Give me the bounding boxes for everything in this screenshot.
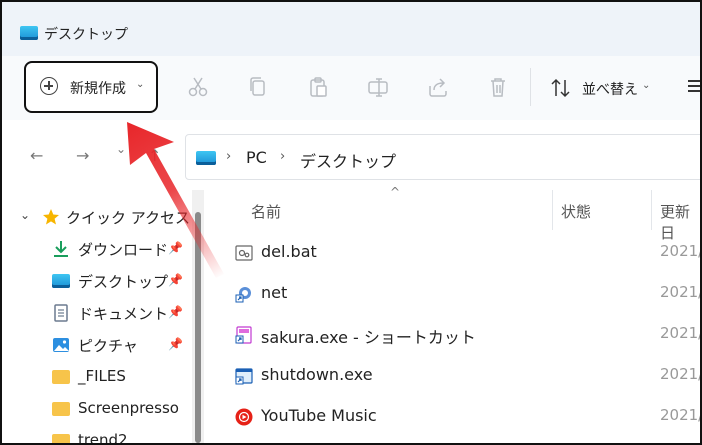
file-date: 2021/ — [660, 242, 702, 260]
file-row[interactable]: sakura.exe - ショートカット 2021/ — [207, 316, 702, 356]
chevron-down-icon[interactable]: ⌄ — [20, 208, 30, 222]
sort-icon[interactable] — [550, 77, 572, 99]
sidebar-item-downloads[interactable]: ダウンロード 📌 — [2, 234, 192, 264]
paste-icon[interactable] — [307, 76, 329, 98]
file-row[interactable]: shutdown.exe 2021/ — [207, 357, 702, 397]
shortcut-icon — [235, 326, 252, 344]
sidebar-item-label: ダウンロード — [78, 241, 169, 259]
window-title: デスクトップ — [44, 27, 128, 43]
copy-icon[interactable] — [247, 76, 269, 98]
folder-icon — [52, 402, 70, 416]
file-row[interactable]: net 2021/ — [207, 275, 702, 315]
column-headers: ^ 名前 状態 更新日 — [207, 185, 700, 242]
up-arrow-icon[interactable]: ↑ — [148, 146, 161, 165]
file-name: del.bat — [261, 242, 317, 261]
sidebar-item-label: trend2 — [78, 431, 128, 445]
command-bar: 新規作成 ⌄ 並べ替え ⌄ — [2, 56, 700, 121]
view-menu-icon[interactable] — [688, 80, 700, 92]
delete-icon[interactable] — [487, 76, 509, 98]
sidebar-item-label: _FILES — [78, 367, 126, 385]
sort-ascending-icon: ^ — [390, 185, 401, 199]
toolbar-divider — [530, 68, 531, 106]
file-date: 2021/ — [660, 406, 702, 424]
shortcut-icon — [235, 368, 253, 385]
batch-file-icon — [235, 245, 253, 261]
cut-icon[interactable] — [187, 76, 209, 98]
file-date: 2021/ — [660, 324, 702, 342]
breadcrumb-separator: › — [280, 149, 286, 164]
new-button[interactable]: 新規作成 ⌄ — [24, 61, 158, 113]
explorer-window: デスクトップ 新規作成 ⌄ 並べ替え ⌄ ← → ⌄ ↑ › PC › デスクト… — [0, 0, 702, 445]
file-name: net — [261, 283, 288, 302]
desktop-icon — [196, 151, 216, 165]
pin-icon[interactable]: 📌 — [168, 337, 183, 351]
folder-icon — [52, 370, 70, 384]
file-date: 2021/ — [660, 365, 702, 383]
sort-button-label[interactable]: 並べ替え — [582, 79, 638, 99]
chevron-down-icon: ⌄ — [642, 80, 651, 91]
file-name: shutdown.exe — [261, 365, 373, 384]
column-header-name[interactable]: 名前 — [251, 201, 281, 222]
sidebar-item-pictures[interactable]: ピクチャ 📌 — [2, 330, 192, 360]
folder-icon — [52, 434, 70, 443]
title-bar: デスクトップ — [2, 2, 700, 56]
desktop-icon — [20, 26, 38, 40]
sidebar-item-label: ピクチャ — [78, 337, 138, 355]
picture-icon — [53, 338, 69, 352]
sidebar-scrollbar-thumb[interactable] — [195, 212, 201, 443]
rename-icon[interactable] — [367, 76, 389, 98]
youtube-music-icon — [235, 408, 253, 426]
forward-arrow-icon[interactable]: → — [76, 146, 89, 165]
file-name: YouTube Music — [261, 406, 377, 425]
share-icon[interactable] — [427, 76, 449, 98]
file-row[interactable]: del.bat 2021/ — [207, 234, 702, 274]
plus-icon — [40, 77, 58, 95]
breadcrumb-pc[interactable]: PC — [246, 148, 267, 167]
column-divider[interactable] — [552, 190, 553, 230]
sidebar-item-desktop[interactable]: デスクトップ 📌 — [2, 266, 192, 296]
navigation-pane: ⌄ クイック アクセス ダウンロード 📌 デスクトップ 📌 ドキュメント 📌 ピ… — [2, 190, 207, 443]
sidebar-item-label: Screenpresso — [78, 399, 179, 417]
sidebar-item-trend2[interactable]: trend2 — [2, 426, 192, 445]
sidebar-item-documents[interactable]: ドキュメント 📌 — [2, 298, 192, 328]
navigation-bar: ← → ⌄ ↑ › PC › デスクトップ — [2, 120, 700, 190]
sidebar-item-label: デスクトップ — [78, 273, 169, 291]
pin-icon[interactable]: 📌 — [168, 273, 183, 287]
desktop-icon — [52, 274, 70, 288]
file-name: sakura.exe - ショートカット — [261, 328, 476, 347]
recent-locations-icon[interactable]: ⌄ — [116, 142, 126, 156]
sidebar-item-label: クイック アクセス — [66, 209, 191, 227]
file-list: ^ 名前 状態 更新日 del.bat 2021/ net 2021/ saku… — [207, 185, 702, 443]
sidebar-item-quick-access[interactable]: ⌄ クイック アクセス — [2, 202, 192, 232]
document-icon — [54, 304, 68, 322]
file-date: 2021/ — [660, 283, 702, 301]
new-button-label: 新規作成 — [70, 81, 126, 97]
sidebar-item-label: ドキュメント — [78, 305, 169, 323]
download-icon — [54, 241, 68, 257]
column-header-status[interactable]: 状態 — [561, 201, 591, 222]
pin-icon[interactable]: 📌 — [168, 241, 183, 255]
breadcrumb-desktop[interactable]: デスクトップ — [300, 148, 396, 172]
star-icon — [43, 209, 59, 225]
column-divider[interactable] — [651, 190, 652, 230]
pin-icon[interactable]: 📌 — [168, 305, 183, 319]
sidebar-item-files[interactable]: _FILES — [2, 362, 192, 392]
breadcrumb-separator: › — [226, 149, 232, 164]
back-arrow-icon[interactable]: ← — [30, 146, 43, 165]
chevron-down-icon: ⌄ — [136, 79, 145, 90]
file-row[interactable]: YouTube Music 2021/ — [207, 398, 702, 438]
address-bar[interactable]: › PC › デスクトップ — [185, 134, 700, 180]
sidebar-item-screenpresso[interactable]: Screenpresso — [2, 394, 192, 424]
shortcut-icon — [235, 287, 251, 303]
